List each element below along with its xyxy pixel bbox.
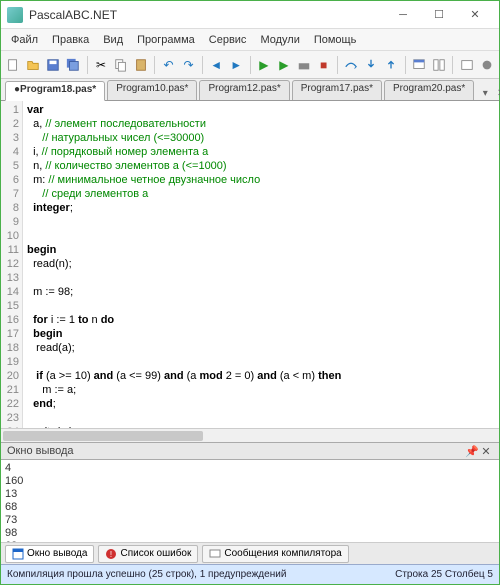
toolbar: ✂ ↶ ↷ ◄ ► ▶ ▶ ■ (1, 51, 499, 79)
btab-errors[interactable]: !Список ошибок (98, 545, 198, 563)
pin-icon[interactable]: 📌 (465, 445, 479, 458)
btab-output[interactable]: Окно вывода (5, 545, 94, 563)
menu-service[interactable]: Сервис (203, 32, 253, 48)
tab-dropdown-icon[interactable]: ▾ (478, 86, 492, 100)
minimize-button[interactable]: ─ (385, 3, 421, 27)
open-file-icon[interactable] (25, 55, 42, 75)
code-editor[interactable]: 1234567891011121314151617181920212223242… (1, 101, 499, 428)
status-message: Компиляция прошла успешно (25 строк), 1 … (7, 569, 286, 580)
app-icon (7, 7, 23, 23)
cut-icon[interactable]: ✂ (93, 55, 110, 75)
menu-help[interactable]: Помощь (308, 32, 363, 48)
redo-icon[interactable]: ↷ (180, 55, 197, 75)
step-into-icon[interactable] (363, 55, 380, 75)
tab-program10[interactable]: Program10.pas* (107, 80, 197, 100)
tab-program20[interactable]: Program20.pas* (384, 80, 474, 100)
form-icon[interactable] (411, 55, 428, 75)
code-area[interactable]: var a, // элемент последовательности // … (23, 101, 499, 428)
step-out-icon[interactable] (383, 55, 400, 75)
btab-messages[interactable]: Сообщения компилятора (202, 545, 348, 563)
run-icon[interactable]: ▶ (255, 55, 272, 75)
prev-icon[interactable]: ◄ (208, 55, 225, 75)
stop-icon[interactable]: ■ (315, 55, 332, 75)
build-icon[interactable] (295, 55, 312, 75)
copy-icon[interactable] (112, 55, 129, 75)
titlebar: PascalABC.NET ─ ☐ ✕ (1, 1, 499, 29)
output-title: Окно вывода (7, 445, 74, 457)
menu-modules[interactable]: Модули (254, 32, 305, 48)
svg-text:!: ! (110, 550, 112, 559)
menu-program[interactable]: Программа (131, 32, 201, 48)
layout-icon[interactable] (430, 55, 447, 75)
save-all-icon[interactable] (65, 55, 82, 75)
gutter: 1234567891011121314151617181920212223242… (1, 101, 23, 428)
menu-view[interactable]: Вид (97, 32, 129, 48)
undo-icon[interactable]: ↶ (160, 55, 177, 75)
window-title: PascalABC.NET (29, 8, 385, 22)
menu-file[interactable]: Файл (5, 32, 44, 48)
option-icon[interactable] (478, 55, 495, 75)
tab-program18[interactable]: ●Program18.pas* (5, 81, 105, 101)
save-icon[interactable] (45, 55, 62, 75)
tab-program17[interactable]: Program17.pas* (292, 80, 382, 100)
menubar: Файл Правка Вид Программа Сервис Модули … (1, 29, 499, 51)
step-over-icon[interactable] (343, 55, 360, 75)
project-icon[interactable] (458, 55, 475, 75)
tab-program12[interactable]: Program12.pas* (199, 80, 289, 100)
tab-close-icon[interactable]: ✕ (494, 86, 500, 100)
run-noconsole-icon[interactable]: ▶ (275, 55, 292, 75)
output-panel[interactable]: 41601368739868 (1, 460, 499, 542)
bottom-tabbar: Окно вывода !Список ошибок Сообщения ком… (1, 542, 499, 564)
paste-icon[interactable] (132, 55, 149, 75)
next-icon[interactable]: ► (228, 55, 245, 75)
menu-edit[interactable]: Правка (46, 32, 95, 48)
new-file-icon[interactable] (5, 55, 22, 75)
scrollbar-horizontal[interactable] (1, 428, 499, 442)
scrollbar-thumb[interactable] (3, 431, 203, 441)
status-position: Строка 25 Столбец 5 (395, 569, 493, 580)
tabbar: ●Program18.pas* Program10.pas* Program12… (1, 79, 499, 101)
output-panel-header: Окно вывода 📌 ✕ (1, 442, 499, 460)
output-close-icon[interactable]: ✕ (479, 445, 493, 458)
maximize-button[interactable]: ☐ (421, 3, 457, 27)
close-button[interactable]: ✕ (457, 3, 493, 27)
statusbar: Компиляция прошла успешно (25 строк), 1 … (1, 564, 499, 584)
